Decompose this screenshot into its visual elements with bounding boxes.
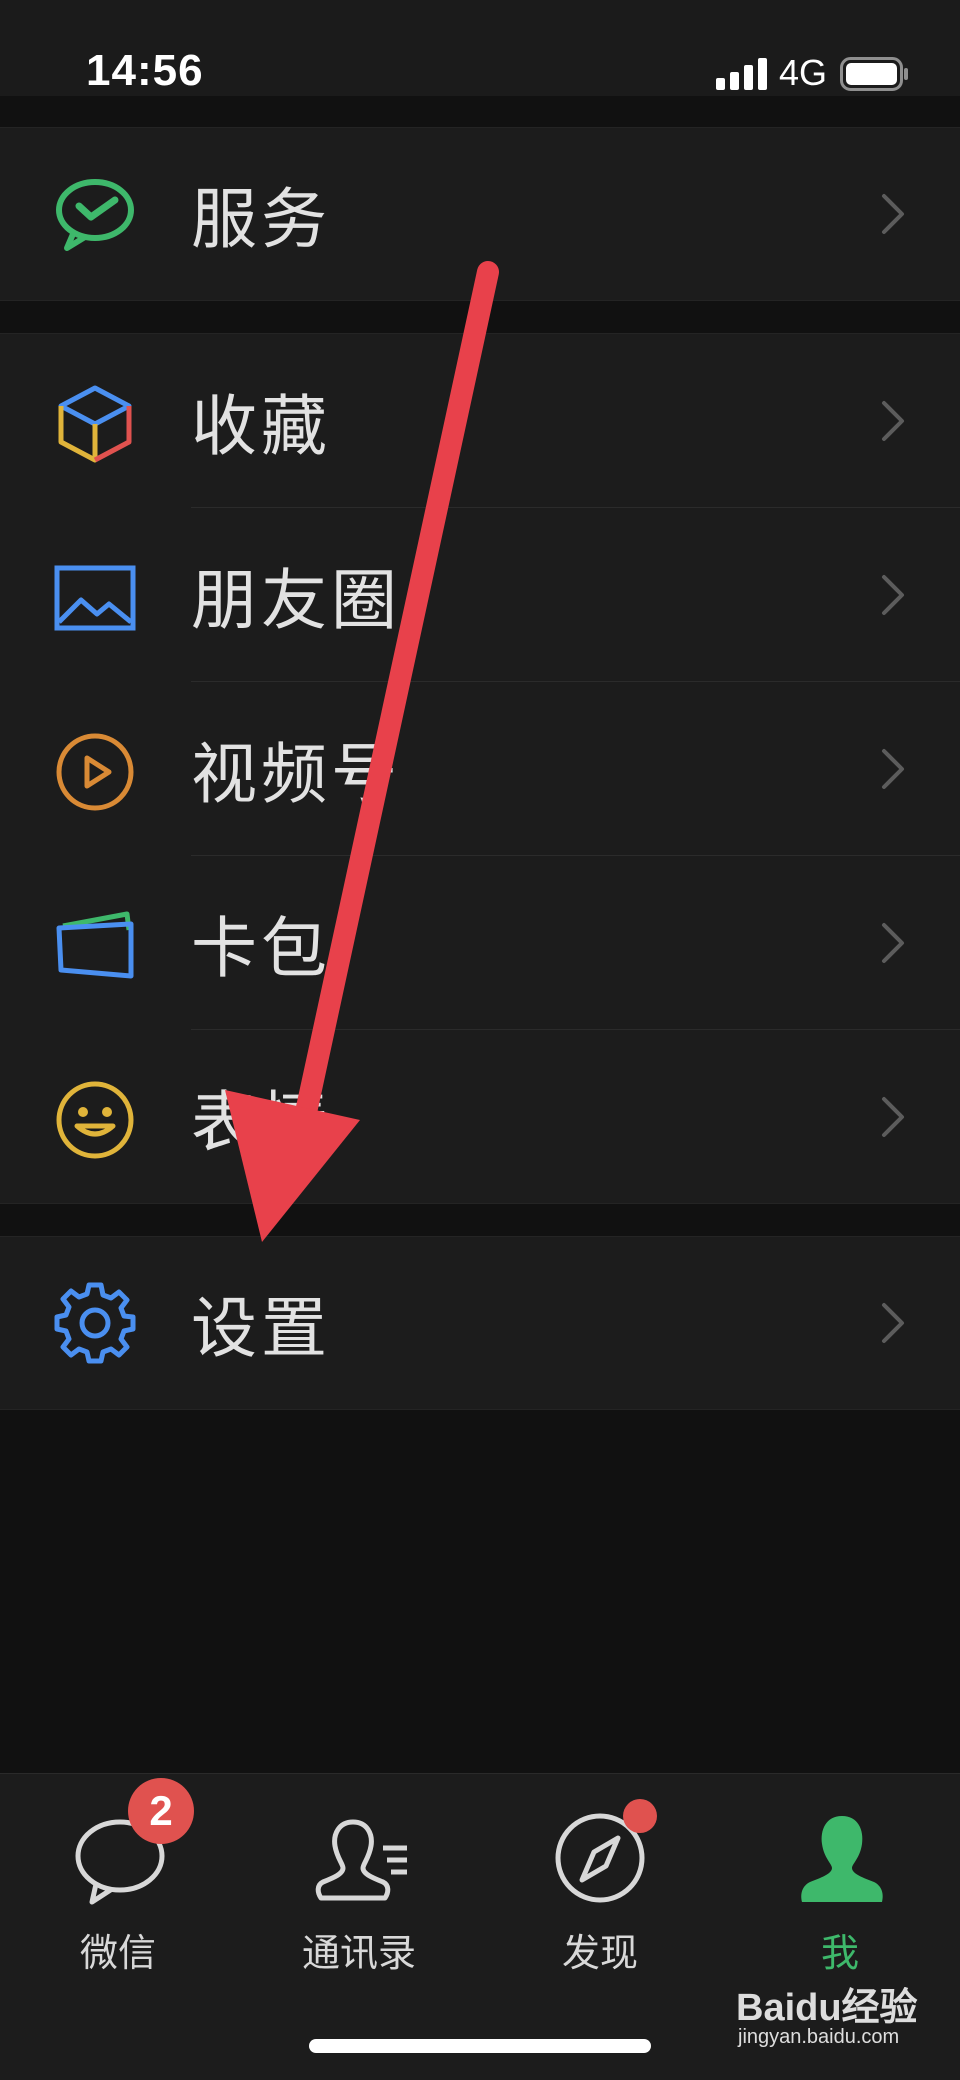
menu-item-card-wallet[interactable]: 卡包 — [0, 856, 960, 1029]
chevron-right-icon — [882, 194, 904, 234]
gear-icon — [54, 1282, 136, 1364]
contacts-icon — [315, 1819, 407, 1901]
chevron-right-icon — [882, 1096, 904, 1137]
settings-section: 设置 — [0, 1236, 960, 1410]
watermark-logo: Baidu经验 — [736, 1987, 918, 2029]
home-indicator[interactable] — [309, 2039, 651, 2053]
signal-icon — [716, 58, 767, 90]
features-section: 收藏 朋友圈 视频号 卡包 表情 — [0, 333, 960, 1204]
battery-icon — [840, 57, 908, 91]
menu-item-channels[interactable]: 视频号 — [0, 682, 960, 855]
menu-label-stickers: 表情 — [191, 1083, 331, 1161]
status-time: 14:56 — [86, 46, 204, 95]
tab-me[interactable]: 我 — [760, 1810, 920, 1975]
tab-label-me: 我 — [820, 1931, 859, 1975]
menu-item-favorites[interactable]: 收藏 — [0, 334, 960, 507]
menu-label-card-wallet: 卡包 — [191, 909, 331, 987]
menu-label-moments: 朋友圈 — [191, 561, 401, 639]
smiley-icon — [56, 1081, 134, 1159]
tab-contacts[interactable]: 通讯录 — [279, 1810, 439, 1975]
unread-badge: 2 — [128, 1778, 194, 1844]
tab-label-discover: 发现 — [561, 1931, 638, 1975]
status-bar: 14:56 4G — [0, 0, 960, 96]
tab-discover[interactable]: 发现 — [520, 1810, 680, 1975]
menu-item-services[interactable]: 服务 — [0, 128, 960, 300]
chevron-right-icon — [882, 574, 904, 615]
menu-label-favorites: 收藏 — [191, 387, 331, 465]
menu-label-channels: 视频号 — [191, 735, 401, 813]
menu-label-settings: 设置 — [191, 1290, 331, 1367]
baidu-watermark: Baidu经验 jingyan.baidu.com — [736, 1976, 936, 2066]
menu-item-settings[interactable]: 设置 — [0, 1237, 960, 1409]
wechat-pay-icon — [56, 179, 134, 251]
tab-label-chats: 微信 — [79, 1931, 156, 1975]
chevron-right-icon — [882, 400, 904, 441]
menu-label-services: 服务 — [191, 181, 331, 258]
chevron-right-icon — [882, 748, 904, 789]
image-icon — [54, 565, 136, 631]
chevron-right-icon — [882, 1303, 904, 1343]
network-type: 4G — [779, 52, 828, 93]
menu-item-moments[interactable]: 朋友圈 — [0, 508, 960, 681]
cube-icon — [58, 385, 132, 463]
menu-item-stickers[interactable]: 表情 — [0, 1030, 960, 1203]
play-icon — [56, 733, 134, 811]
chevron-right-icon — [882, 922, 904, 963]
person-icon — [801, 1816, 883, 1902]
services-section: 服务 — [0, 127, 960, 301]
watermark-url: jingyan.baidu.com — [738, 2026, 900, 2048]
notification-dot — [623, 1799, 657, 1833]
card-icon — [56, 911, 134, 979]
tab-label-contacts: 通讯录 — [301, 1931, 416, 1975]
